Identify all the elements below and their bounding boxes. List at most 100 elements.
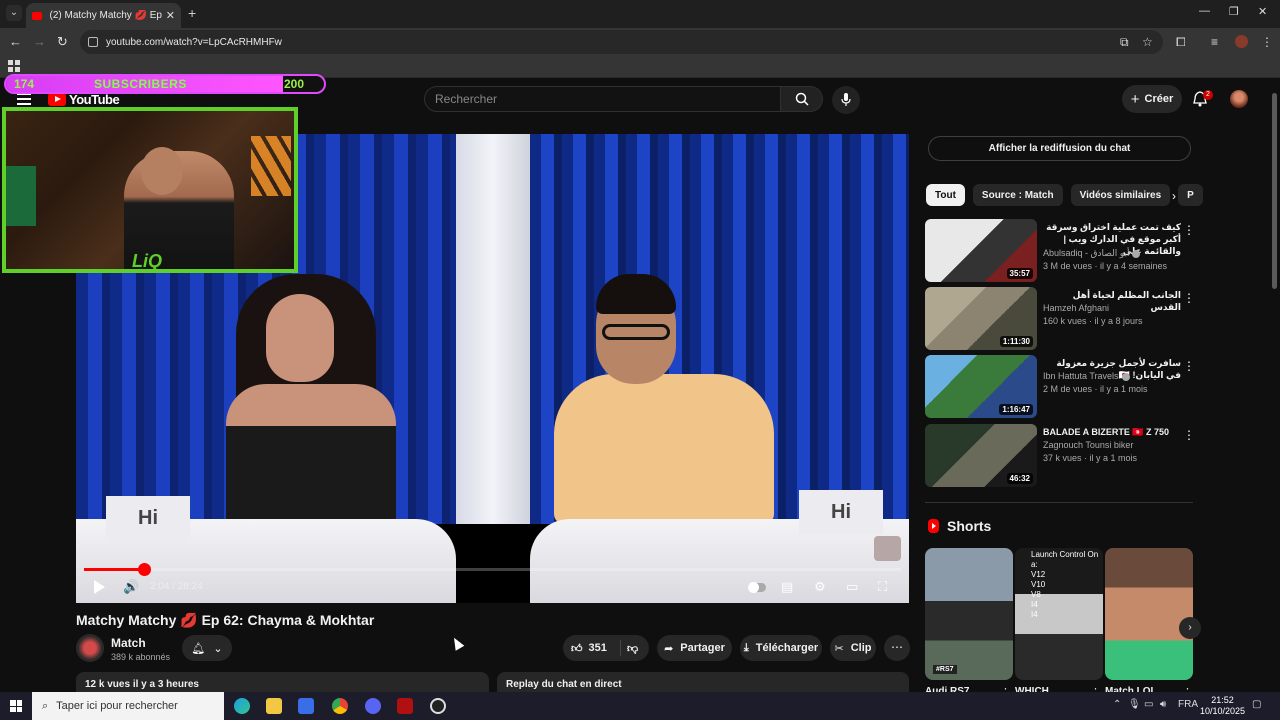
address-bar[interactable]: youtube.com/watch?v=LpCAcRHMHFw	[80, 30, 1163, 54]
tray-mic-icon[interactable]: 🎙︎	[1128, 699, 1141, 710]
clock-date: 10/10/2025	[1200, 706, 1246, 716]
short-card[interactable]: #RS7	[925, 548, 1013, 680]
recommendation-channel[interactable]: Hamzeh Afghani	[1043, 303, 1109, 313]
windows-start-icon[interactable]	[10, 700, 22, 712]
windows-taskbar: ⌕ Taper ici pour rechercher ⌃ 🎙︎ ▭ 🔊︎ FR…	[0, 692, 1280, 720]
like-count: 351	[588, 642, 607, 654]
notification-center-icon[interactable]: ▢	[1252, 699, 1261, 710]
channel-name[interactable]: Match	[111, 636, 146, 650]
show-chat-replay-label: Afficher la rediffusion du chat	[988, 143, 1131, 154]
bookmark-star-icon[interactable]: ☆	[1142, 35, 1153, 49]
settings-gear-icon[interactable]: ⚙	[814, 579, 826, 595]
new-tab-icon[interactable]: +	[188, 5, 196, 21]
recommendation-channel[interactable]: Zagnouch Tounsi biker	[1043, 440, 1133, 450]
recommendation-channel-name: Abulsadiq - أبو الصادق	[1043, 248, 1130, 258]
like-button[interactable]: 👍︎ 351	[563, 640, 621, 656]
share-label: Partager	[680, 642, 725, 654]
chevron-right-icon[interactable]: ›	[1172, 189, 1176, 203]
media-control-icon[interactable]: ≡	[1211, 35, 1218, 49]
play-icon[interactable]	[94, 580, 105, 594]
channel-avatar[interactable]	[76, 634, 104, 662]
autoplay-toggle[interactable]	[748, 582, 766, 593]
subscription-bell-button[interactable]: 🔔︎ ⌄	[182, 635, 232, 661]
fullscreen-icon[interactable]: ⛶	[878, 579, 887, 595]
more-options-icon[interactable]: ⋮	[1183, 223, 1195, 237]
channel-watermark-icon[interactable]	[874, 536, 901, 561]
site-info-icon[interactable]	[88, 37, 98, 47]
recommendation-channel[interactable]: Ibn Hattuta Travels	[1043, 371, 1130, 381]
edge-icon[interactable]	[234, 698, 250, 714]
clip-button[interactable]: ✂ Clip	[830, 635, 876, 661]
apps-grid-icon[interactable]	[8, 60, 20, 72]
more-actions-icon[interactable]: ⋯	[884, 635, 910, 661]
reload-icon[interactable]: ↻	[57, 34, 68, 50]
more-options-icon[interactable]: ⋮	[1183, 359, 1195, 373]
tray-overflow-icon[interactable]: ⌃	[1113, 699, 1121, 710]
recommendation-thumbnail[interactable]: 35:57	[925, 219, 1037, 282]
download-button[interactable]: ⤓ Télécharger	[740, 635, 822, 661]
close-window-icon[interactable]: ✕	[1258, 5, 1267, 18]
chip-partial[interactable]: P	[1178, 184, 1203, 206]
recommendation-item[interactable]: 46:32 BALADE A BIZERTE 🇹🇳 Z 750 Zagnouch…	[925, 424, 1195, 488]
tray-language[interactable]: FRA	[1178, 699, 1198, 710]
shorts-heading: Shorts	[928, 518, 991, 534]
share-button[interactable]: ➦ Partager	[657, 635, 732, 661]
recommendation-item[interactable]: 35:57 كيف تمت عملية اختراق وسرقة أكبر مو…	[925, 219, 1195, 283]
minimize-icon[interactable]: —	[1199, 5, 1210, 17]
subtitles-icon[interactable]: ▤	[781, 579, 793, 595]
short-card[interactable]	[1105, 548, 1193, 680]
tab-search-icon[interactable]: ⌄	[6, 5, 22, 21]
shorts-next-icon[interactable]: ›	[1179, 617, 1201, 639]
recommendation-thumbnail[interactable]: 1:11:30	[925, 287, 1037, 350]
restore-icon[interactable]: ❐	[1229, 5, 1239, 18]
browser-profile-avatar[interactable]	[1235, 35, 1248, 48]
voice-search-button[interactable]	[832, 86, 860, 114]
browser-tab[interactable]: (2) Matchy Matchy 💋 Ep 62: Ch ✕	[26, 3, 181, 28]
download-label: Télécharger	[755, 642, 819, 654]
recommendation-channel[interactable]: Abulsadiq - أبو الصادق	[1043, 248, 1141, 259]
recommendation-thumbnail[interactable]: 46:32	[925, 424, 1037, 487]
video-sign-left: Hi	[106, 496, 190, 540]
thumbs-up-icon: 👍︎	[571, 642, 583, 655]
search-button[interactable]	[781, 86, 823, 112]
file-explorer-icon[interactable]	[266, 698, 282, 714]
discord-icon[interactable]	[365, 698, 381, 714]
more-options-icon[interactable]: ⋮	[1183, 291, 1195, 305]
recommendation-title[interactable]: BALADE A BIZERTE 🇹🇳 Z 750	[1043, 426, 1181, 438]
install-app-icon[interactable]: ⧉	[1120, 35, 1129, 50]
chip-all[interactable]: Tout	[926, 184, 965, 206]
more-options-icon[interactable]: ⋮	[1183, 428, 1195, 442]
account-avatar[interactable]	[1230, 90, 1248, 108]
obs-icon[interactable]	[430, 698, 446, 714]
chip-source[interactable]: Source : Match	[972, 184, 1063, 206]
chevron-down-icon: ⌄	[213, 642, 223, 655]
browser-menu-icon[interactable]: ⋮	[1261, 35, 1273, 49]
taskbar-search-input[interactable]: ⌕ Taper ici pour rechercher	[32, 692, 224, 720]
recommendation-item[interactable]: 1:11:30 الجانب المظلم لحياة أهل القدس Ha…	[925, 287, 1195, 351]
extensions-icon[interactable]: ⧠	[1176, 35, 1186, 50]
forward-icon[interactable]: →	[33, 34, 46, 49]
back-icon[interactable]: ←	[9, 34, 22, 49]
voicemeeter-icon[interactable]	[397, 698, 413, 714]
menu-icon[interactable]	[17, 93, 31, 108]
recommendation-thumbnail[interactable]: 1:16:47	[925, 355, 1037, 418]
tray-network-icon[interactable]: ▭	[1144, 699, 1153, 710]
streamer-logo: LiQ	[132, 251, 162, 271]
show-chat-replay-button[interactable]: Afficher la rediffusion du chat	[928, 136, 1191, 161]
progress-bar[interactable]	[84, 563, 901, 576]
recommendation-item[interactable]: 1:16:47 سافرت لأجمل جزيرة معزولة في اليا…	[925, 355, 1195, 419]
page-scrollbar-thumb[interactable]	[1272, 93, 1277, 289]
tray-volume-icon[interactable]: 🔊︎	[1160, 699, 1166, 710]
chip-similar[interactable]: Vidéos similaires	[1070, 184, 1171, 206]
taskbar-clock[interactable]: 21:52 10/10/2025	[1200, 695, 1245, 717]
search-input[interactable]: Rechercher	[424, 86, 781, 112]
youtube-logo[interactable]: YouTube	[48, 92, 120, 107]
store-icon[interactable]	[298, 698, 314, 714]
create-button[interactable]: + Créer	[1122, 85, 1182, 113]
theater-mode-icon[interactable]: ▭	[846, 579, 858, 595]
short-card[interactable]: Launch Control On a: V12 V10 V8 I4 I4	[1015, 548, 1103, 680]
close-tab-icon[interactable]: ✕	[166, 9, 175, 22]
dislike-button[interactable]: 👎︎	[621, 642, 638, 655]
volume-icon[interactable]: 🔊	[123, 579, 139, 595]
chrome-icon[interactable]	[332, 698, 348, 714]
